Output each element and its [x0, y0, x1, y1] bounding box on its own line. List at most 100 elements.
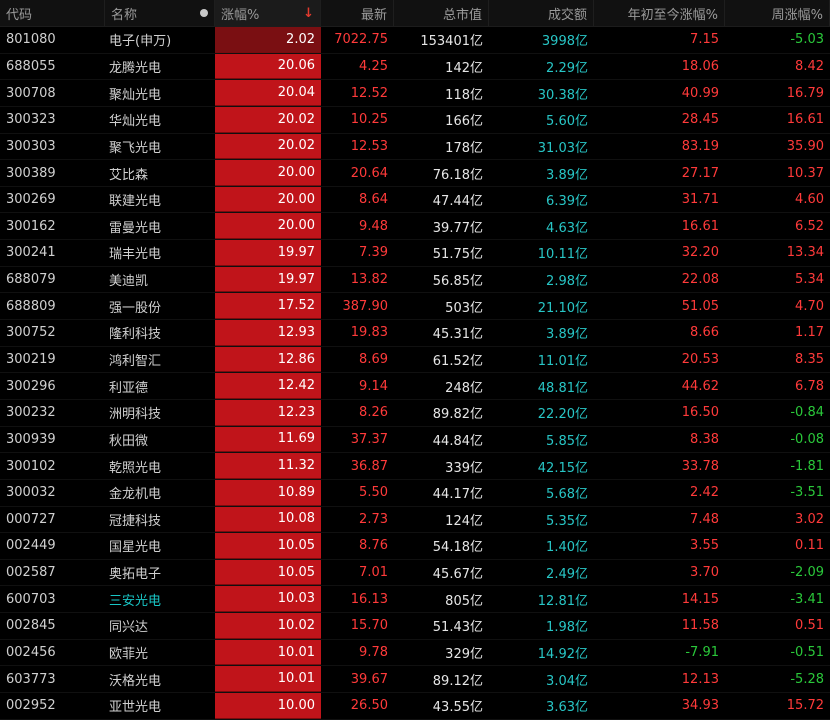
- cell-mcap: 51.43亿: [432, 620, 483, 636]
- table-body: 801080 电子(申万) 2.02 7022.75 153401亿 3998亿 7.15 -…: [0, 27, 830, 720]
- table-row[interactable]: 300232 洲明科技 12.23 8.26 89.82亿 22.20亿 16.50 -0.8…: [0, 399, 830, 427]
- cell-code: 300708: [6, 85, 56, 101]
- cell-mcap: 248亿: [445, 380, 483, 396]
- cell-mcap: 503亿: [445, 300, 483, 316]
- cell-ytd: 31.71: [681, 192, 719, 208]
- cell-week: 5.34: [795, 272, 824, 288]
- cell-volume: 1.40亿: [546, 540, 588, 556]
- table-row[interactable]: 801080 电子(申万) 2.02 7022.75 153401亿 3998亿 7.15 -…: [0, 27, 830, 54]
- cell-change: 12.23: [215, 399, 321, 426]
- cell-name: 雷曼光电: [109, 220, 162, 236]
- cell-week: -0.08: [790, 431, 824, 447]
- cell-mcap: 44.17亿: [432, 487, 483, 503]
- cell-name: 美迪凯: [109, 274, 149, 290]
- cell-price: 8.69: [359, 352, 388, 367]
- cell-code: 002952: [6, 698, 56, 714]
- table-row[interactable]: 300269 联建光电 20.00 8.64 47.44亿 6.39亿 31.71 4.60: [0, 186, 830, 214]
- cell-ytd: 40.99: [681, 85, 719, 101]
- cell-change: 12.86: [215, 346, 321, 373]
- cell-name: 华灿光电: [109, 114, 162, 130]
- cell-change: 17.52: [215, 293, 321, 320]
- table-row[interactable]: 300032 金龙机电 10.89 5.50 44.17亿 5.68亿 2.42 -3.51: [0, 479, 830, 507]
- cell-volume: 5.68亿: [546, 487, 588, 503]
- cell-mcap: 45.31亿: [432, 327, 483, 343]
- header-volume[interactable]: 成交额: [489, 0, 594, 26]
- table-row[interactable]: 000727 冠捷科技 10.08 2.73 124亿 5.35亿 7.48 3.02: [0, 506, 830, 534]
- table-row[interactable]: 300323 华灿光电 20.02 10.25 166亿 5.60亿 28.45 16.61: [0, 106, 830, 134]
- cell-code: 688079: [6, 272, 56, 288]
- header-week[interactable]: 周涨幅%: [725, 0, 830, 26]
- cell-week: 3.02: [795, 511, 824, 527]
- cell-ytd: 7.48: [690, 511, 719, 527]
- header-name[interactable]: 名称: [105, 0, 215, 26]
- cell-code: 603773: [6, 671, 56, 687]
- cell-ytd: 3.70: [690, 565, 719, 581]
- cell-mcap: 89.12亿: [432, 673, 483, 689]
- table-row[interactable]: 002845 同兴达 10.02 15.70 51.43亿 1.98亿 11.58 0.51: [0, 613, 830, 640]
- cell-name: 奥拓电子: [109, 567, 162, 583]
- table-row[interactable]: 688079 美迪凯 19.97 13.82 56.85亿 2.98亿 22.08 5.34: [0, 266, 830, 294]
- cell-mcap: 805亿: [445, 593, 483, 609]
- cell-mcap: 54.18亿: [432, 540, 483, 556]
- cell-name: 沃格光电: [109, 673, 162, 689]
- cell-change: 20.02: [215, 133, 321, 160]
- cell-ytd: 8.66: [690, 325, 719, 341]
- cell-name: 聚飞光电: [109, 140, 162, 156]
- table-row[interactable]: 300303 聚飞光电 20.02 12.53 178亿 31.03亿 83.19 35.90: [0, 133, 830, 161]
- table-row[interactable]: 300102 乾照光电 11.32 36.87 339亿 42.15亿 33.78 -1.81: [0, 453, 830, 480]
- cell-code: 688809: [6, 298, 56, 314]
- cell-code: 002845: [6, 618, 56, 634]
- cell-change: 10.08: [215, 506, 321, 533]
- cell-volume: 2.29亿: [546, 60, 588, 76]
- cell-ytd: 8.38: [690, 431, 719, 447]
- table-row[interactable]: 300708 聚灿光电 20.04 12.52 118亿 30.38亿 40.99 16.79: [0, 80, 830, 107]
- table-row[interactable]: 002449 国星光电 10.05 8.76 54.18亿 1.40亿 3.55 0.11: [0, 533, 830, 560]
- cell-ytd: 33.78: [681, 458, 719, 474]
- table-row[interactable]: 300939 秋田微 11.69 37.37 44.84亿 5.85亿 8.38 -0.08: [0, 426, 830, 454]
- table-row[interactable]: 688809 强一股份 17.52 387.90 503亿 21.10亿 51.05 4.70: [0, 293, 830, 321]
- table-row[interactable]: 300162 雷曼光电 20.00 9.48 39.77亿 4.63亿 16.61 6.52: [0, 213, 830, 241]
- table-row[interactable]: 002587 奥拓电子 10.05 7.01 45.67亿 2.49亿 3.70 -2.09: [0, 559, 830, 587]
- cell-mcap: 153401亿: [420, 34, 483, 50]
- table-row[interactable]: 300752 隆利科技 12.93 19.83 45.31亿 3.89亿 8.66 1.17: [0, 320, 830, 347]
- cell-volume: 11.01亿: [537, 354, 588, 369]
- header-code[interactable]: 代码: [0, 0, 105, 26]
- cell-volume: 5.85亿: [546, 433, 588, 449]
- cell-change: 12.93: [215, 320, 321, 346]
- cell-code: 801080: [6, 32, 56, 48]
- table-row[interactable]: 002456 欧菲光 10.01 9.78 329亿 14.92亿 -7.91 -0.51: [0, 639, 830, 667]
- cell-mcap: 45.67亿: [432, 567, 483, 583]
- cell-code: 300323: [6, 112, 56, 128]
- cell-week: -2.09: [790, 565, 824, 581]
- cell-code: 300269: [6, 192, 56, 208]
- table-row[interactable]: 688055 龙腾光电 20.06 4.25 142亿 2.29亿 18.06 8.42: [0, 53, 830, 81]
- cell-mcap: 56.85亿: [432, 274, 483, 290]
- table-row[interactable]: 300219 鸿利智汇 12.86 8.69 61.52亿 11.01亿 20.53 8.35: [0, 346, 830, 374]
- header-price[interactable]: 最新: [321, 0, 394, 26]
- cell-mcap: 118亿: [445, 87, 483, 103]
- header-mcap[interactable]: 总市值: [394, 0, 489, 26]
- cell-volume: 2.98亿: [546, 274, 588, 290]
- table-row[interactable]: 300241 瑞丰光电 19.97 7.39 51.75亿 10.11亿 32.20 13.3…: [0, 240, 830, 267]
- cell-price: 12.52: [350, 85, 388, 101]
- cell-name: 利亚德: [109, 380, 149, 396]
- cell-name: 鸿利智汇: [109, 354, 162, 369]
- cell-name: 国星光电: [109, 540, 162, 556]
- table-row[interactable]: 300389 艾比森 20.00 20.64 76.18亿 3.89亿 27.17 10.37: [0, 160, 830, 187]
- header-ytd[interactable]: 年初至今涨幅%: [594, 0, 725, 26]
- cell-volume: 3.89亿: [546, 327, 588, 343]
- header-change[interactable]: 涨幅% ↓: [215, 0, 321, 26]
- cell-price: 9.78: [359, 645, 388, 661]
- cell-mcap: 61.52亿: [432, 354, 483, 369]
- table-row[interactable]: 600703 三安光电 10.03 16.13 805亿 12.81亿 14.15 -3.41: [0, 586, 830, 614]
- cell-week: 4.60: [795, 192, 824, 208]
- cell-change: 10.89: [215, 479, 321, 506]
- table-row[interactable]: 603773 沃格光电 10.01 39.67 89.12亿 3.04亿 12.13 -5.2…: [0, 666, 830, 694]
- cell-mcap: 43.55亿: [432, 700, 483, 716]
- cell-volume: 1.98亿: [546, 620, 588, 636]
- cell-change: 2.02: [215, 27, 321, 53]
- column-dot-icon[interactable]: [200, 9, 208, 17]
- cell-volume: 3.63亿: [546, 700, 588, 716]
- table-row[interactable]: 300296 利亚德 12.42 9.14 248亿 48.81亿 44.62 6.78: [0, 373, 830, 400]
- cell-volume: 3998亿: [541, 34, 588, 50]
